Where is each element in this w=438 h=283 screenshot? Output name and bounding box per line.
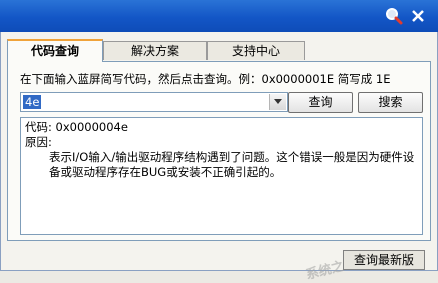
title-bar (0, 0, 438, 32)
code-input-value[interactable]: 4e (23, 95, 42, 109)
result-textarea[interactable]: 代码: 0x0000004e 原因: 表示I/O输入/输出驱动程序结构遇到了问题… (20, 117, 423, 235)
search-icon[interactable] (384, 6, 404, 26)
query-button[interactable]: 查询 (288, 92, 353, 113)
code-query-panel: 在下面输入蓝屏简写代码，然后点击查询。例：0x0000001E 简写成 1E 4… (7, 61, 431, 241)
tab-code-query[interactable]: 代码查询 (7, 39, 103, 62)
result-reason-label: 原因: (25, 135, 52, 149)
close-icon[interactable] (408, 6, 428, 26)
chevron-down-icon[interactable] (269, 94, 286, 110)
code-input-combobox[interactable]: 4e (20, 92, 288, 112)
instruction-text: 在下面输入蓝屏简写代码，然后点击查询。例：0x0000001E 简写成 1E (20, 72, 391, 86)
tab-support-center[interactable]: 支持中心 (207, 41, 305, 60)
result-code-line: 代码: 0x0000004e (25, 120, 128, 134)
check-latest-version-button[interactable]: 查询最新版 (343, 250, 425, 270)
tab-solutions[interactable]: 解决方案 (103, 41, 207, 60)
result-description: 表示I/O输入/输出驱动程序结构遇到了问题。这个错误一般是因为硬件设备或驱动程序… (49, 150, 415, 179)
window-body: 代码查询 解决方案 支持中心 在下面输入蓝屏简写代码，然后点击查询。例：0x00… (0, 32, 438, 283)
search-button[interactable]: 搜索 (358, 92, 423, 113)
